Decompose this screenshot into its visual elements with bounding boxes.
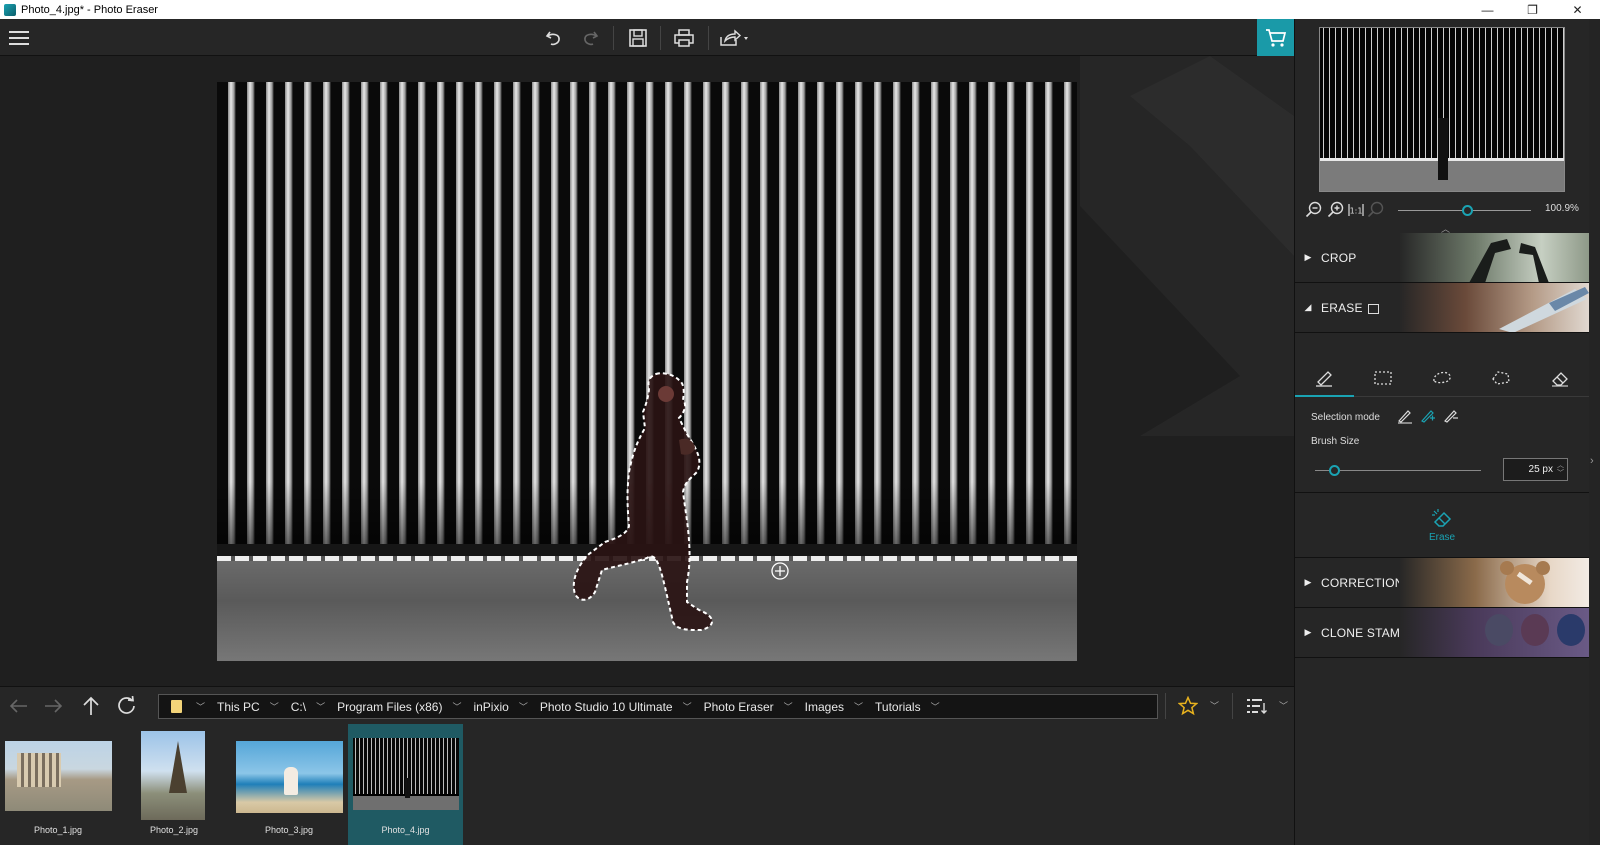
rectangle-select-tab[interactable] xyxy=(1354,359,1413,397)
breadcrumb-photo-studio[interactable]: Photo Studio 10 Ultimate ﹀ xyxy=(528,695,692,718)
close-button[interactable]: ✕ xyxy=(1555,0,1600,19)
folder-icon xyxy=(171,700,182,713)
sort-list-icon[interactable] xyxy=(1242,691,1272,721)
selected-person-mask[interactable] xyxy=(217,82,1077,661)
pin-icon[interactable] xyxy=(1367,303,1379,314)
fit-to-screen-icon[interactable] xyxy=(1367,201,1385,219)
section-clone-stamp[interactable]: ▶ CLONE STAMP xyxy=(1295,608,1589,658)
expand-correction-icon: ▶ xyxy=(1304,577,1312,587)
breadcrumb-tutorials[interactable]: Tutorials ﹀ xyxy=(863,695,940,718)
breadcrumb-inpixio[interactable]: inPixio ﹀ xyxy=(461,695,527,718)
clone-banner-image xyxy=(1399,608,1589,657)
section-crop[interactable]: ▶ CROP xyxy=(1295,233,1589,283)
refresh-icon[interactable] xyxy=(112,691,142,721)
brush-size-spinner-icon[interactable]: ︿ ﹀ xyxy=(1557,462,1564,478)
brush-cursor-icon xyxy=(771,562,789,580)
selection-mode-new-icon[interactable] xyxy=(1396,407,1414,425)
erase-action-button[interactable]: Erase xyxy=(1295,492,1589,558)
zoom-out-icon[interactable] xyxy=(1305,201,1323,219)
erase-tool-tabs xyxy=(1295,359,1589,397)
expand-clone-icon: ▶ xyxy=(1304,627,1312,637)
app-icon xyxy=(4,3,16,16)
background-logo-decoration xyxy=(1080,56,1294,436)
breadcrumb-photo-eraser[interactable]: Photo Eraser ﹀ xyxy=(692,695,793,718)
right-panel: 1:1 100.9% ︿ ▶ CROP ◢ ERASE Selection mo… xyxy=(1294,19,1600,845)
thumbnail-photo-1[interactable]: Photo_1.jpg xyxy=(0,724,116,845)
photo-canvas[interactable] xyxy=(217,82,1077,661)
minimize-button[interactable]: — xyxy=(1465,0,1510,19)
expand-crop-icon: ▶ xyxy=(1304,252,1312,262)
svg-text:1:1: 1:1 xyxy=(1350,207,1363,216)
brush-icon xyxy=(1316,371,1333,387)
back-arrow-icon[interactable] xyxy=(4,691,34,721)
brush-size-input[interactable]: 25 px ︿ ﹀ xyxy=(1503,458,1568,481)
breadcrumb-program-files[interactable]: Program Files (x86) ﹀ xyxy=(325,695,461,718)
breadcrumb-images[interactable]: Images ﹀ xyxy=(793,695,863,718)
crop-banner-image xyxy=(1399,233,1589,282)
zoom-slider-handle[interactable] xyxy=(1462,205,1473,216)
brush-size-label: Brush Size xyxy=(1311,436,1360,447)
eraser-icon xyxy=(1551,372,1568,387)
breadcrumb-c-drive[interactable]: C:\ ﹀ xyxy=(279,695,325,718)
title-bar: Photo_4.jpg* - Photo Eraser — ❐ ✕ xyxy=(0,0,1600,19)
rectangle-select-icon xyxy=(1374,371,1392,385)
thumbnail-strip: Photo_1.jpg Photo_2.jpg Photo_3.jpg Phot… xyxy=(0,724,1294,845)
lasso-tab[interactable] xyxy=(1413,359,1472,397)
actual-size-icon[interactable]: 1:1 xyxy=(1347,201,1365,219)
selection-mode-subtract-icon[interactable] xyxy=(1442,407,1460,425)
undo-icon[interactable] xyxy=(541,19,567,56)
zoom-in-icon[interactable] xyxy=(1327,201,1345,219)
zoom-controls: 1:1 100.9% xyxy=(1305,199,1590,221)
path-breadcrumb[interactable]: ﹀ This PC ﹀ C:\ ﹀ Program Files (x86) ﹀ inP… xyxy=(158,694,1158,719)
cart-icon xyxy=(1265,28,1286,47)
redo-icon[interactable] xyxy=(577,19,603,56)
cart-button[interactable] xyxy=(1257,19,1294,56)
polygon-lasso-icon xyxy=(1491,371,1510,385)
print-icon[interactable] xyxy=(670,19,698,56)
window-controls: — ❐ ✕ xyxy=(1465,0,1600,19)
brush-tool-tab[interactable] xyxy=(1295,359,1354,397)
lasso-icon xyxy=(1433,371,1451,384)
thumbnail-photo-2[interactable]: Photo_2.jpg xyxy=(138,724,210,845)
polygon-lasso-tab[interactable] xyxy=(1471,359,1530,397)
selection-mode-add-icon[interactable] xyxy=(1419,407,1437,425)
up-arrow-icon[interactable] xyxy=(76,691,106,721)
eraser-tab[interactable] xyxy=(1530,359,1589,397)
panel-scrollbar[interactable] xyxy=(1589,19,1600,845)
erase-action-icon xyxy=(1432,508,1452,527)
window-title: Photo_4.jpg* - Photo Eraser xyxy=(21,3,158,16)
main-toolbar xyxy=(0,19,1294,56)
selection-mode-label: Selection mode xyxy=(1311,412,1380,423)
breadcrumb-this-pc[interactable]: This PC ﹀ xyxy=(205,695,279,718)
maximize-button[interactable]: ❐ xyxy=(1510,0,1555,19)
brush-size-slider-handle[interactable] xyxy=(1329,465,1340,476)
navigator-preview[interactable] xyxy=(1319,27,1565,192)
image-workspace[interactable] xyxy=(0,56,1294,686)
favorites-dropdown-icon[interactable]: ﹀ xyxy=(1210,699,1219,712)
section-correction-patch[interactable]: ▶ CORRECTION PATCH xyxy=(1295,558,1589,608)
file-browser-bar: ﹀ This PC ﹀ C:\ ﹀ Program Files (x86) ﹀ inP… xyxy=(0,686,1294,724)
zoom-value: 100.9% xyxy=(1545,203,1579,214)
thumbnail-photo-4[interactable]: Photo_4.jpg xyxy=(348,724,463,845)
sort-dropdown-icon[interactable]: ﹀ xyxy=(1279,699,1288,712)
thumbnail-photo-3[interactable]: Photo_3.jpg xyxy=(233,724,345,845)
favorites-star-icon[interactable] xyxy=(1173,691,1203,721)
share-icon[interactable] xyxy=(716,19,752,56)
section-erase[interactable]: ◢ ERASE xyxy=(1295,283,1589,333)
forward-arrow-icon[interactable] xyxy=(38,691,68,721)
collapse-erase-icon: ◢ xyxy=(1304,302,1312,312)
save-icon[interactable] xyxy=(624,19,652,56)
hamburger-menu-icon[interactable] xyxy=(6,19,32,56)
erase-banner-image xyxy=(1399,283,1589,332)
correction-banner-image xyxy=(1399,558,1589,607)
panel-expand-chevron-icon[interactable]: › xyxy=(1590,455,1594,467)
